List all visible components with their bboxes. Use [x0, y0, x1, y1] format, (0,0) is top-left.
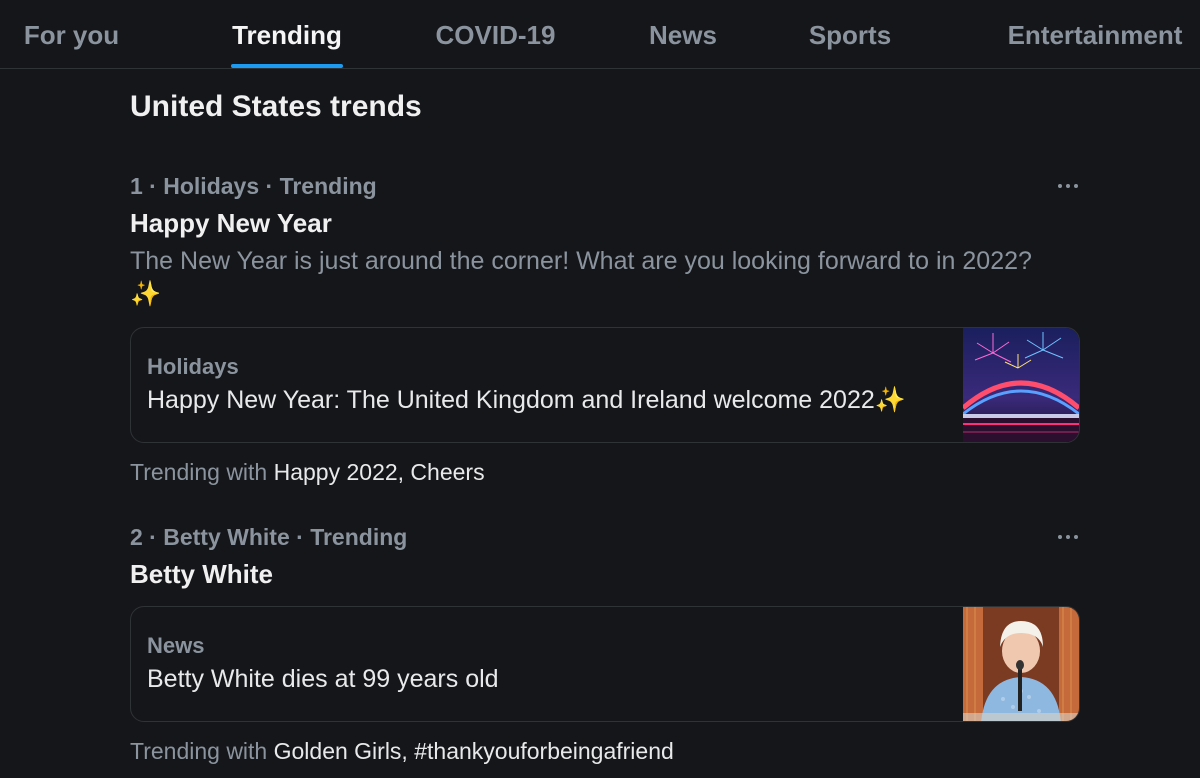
trend-rank: 1: [130, 173, 143, 199]
card-headline-text: Happy New Year: The United Kingdom and I…: [147, 386, 875, 414]
trend-description-text: The New Year is just around the corner! …: [130, 247, 1032, 275]
trend-category: Holidays: [163, 173, 260, 199]
trend-meta: 2 · Betty White · Trending: [130, 524, 408, 550]
fireworks-thumbnail: [963, 328, 1079, 442]
trend-item[interactable]: 1 · Holidays · Trending Happy New Year T…: [130, 171, 1080, 487]
trending-with: Trending with Happy 2022, Cheers: [130, 457, 1080, 487]
active-tab-indicator: [231, 64, 343, 68]
trend-rank: 2: [130, 524, 143, 550]
sparkles-icon: ✨: [874, 386, 906, 414]
card-label: Holidays: [147, 354, 239, 379]
tab-label: COVID-19: [435, 20, 556, 50]
more-options-icon[interactable]: [1056, 525, 1080, 549]
trending-with: Trending with Golden Girls, #thankyoufor…: [130, 736, 1080, 766]
trend-title: Betty White: [130, 559, 273, 589]
trend-item[interactable]: 2 · Betty White · Trending Betty White N…: [130, 522, 1080, 766]
trend-status: Trending: [279, 173, 377, 199]
trending-with-label: Trending with: [130, 459, 268, 485]
trend-category: Betty White: [163, 524, 290, 550]
trend-meta: 1 · Holidays · Trending: [130, 173, 377, 199]
tab-for-you[interactable]: For you: [23, 0, 120, 68]
sparkles-icon: ✨: [130, 280, 162, 308]
portrait-thumbnail: [963, 607, 1079, 721]
tab-label: Trending: [232, 20, 342, 50]
tab-label: Entertainment: [1007, 20, 1183, 50]
tab-label: For you: [23, 20, 120, 50]
news-card[interactable]: Holidays Happy New Year: The United King…: [130, 327, 1080, 443]
trending-with-label: Trending with: [130, 738, 268, 764]
trending-with-tags[interactable]: Happy 2022, Cheers: [274, 459, 485, 485]
more-options-icon[interactable]: [1056, 174, 1080, 198]
tab-covid-19[interactable]: COVID-19: [433, 0, 558, 68]
tab-label: News: [649, 20, 717, 50]
trend-status: Trending: [310, 524, 408, 550]
trending-with-tags[interactable]: Golden Girls, #thankyouforbeingafriend: [274, 738, 674, 764]
tab-sports[interactable]: Sports: [807, 0, 893, 68]
card-label: News: [147, 633, 205, 658]
tab-label: Sports: [808, 20, 892, 50]
section-title: United States trends: [130, 90, 422, 123]
trend-title: Happy New Year: [130, 208, 332, 238]
tab-entertainment[interactable]: Entertainment: [1005, 0, 1185, 68]
card-headline: Betty White dies at 99 years old: [147, 665, 499, 693]
news-card[interactable]: News Betty White dies at 99 years old: [130, 606, 1080, 722]
explore-tabs: For you Trending COVID-19 News Sports En…: [0, 0, 1200, 69]
card-headline: Happy New Year: The United Kingdom and I…: [147, 386, 906, 415]
tab-news[interactable]: News: [648, 0, 718, 68]
trend-description: The New Year is just around the corner! …: [130, 245, 1080, 311]
tab-trending[interactable]: Trending: [231, 0, 343, 68]
